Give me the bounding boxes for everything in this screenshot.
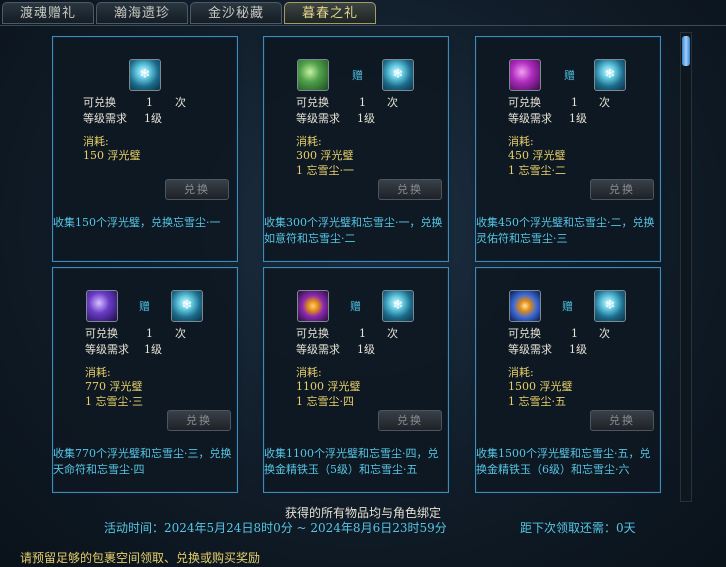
times-unit: 次 bbox=[599, 327, 610, 340]
snow-crystal-icon[interactable]: ❄ bbox=[382, 59, 414, 91]
card-description: 收集1100个浮光璧和忘雪尘·四，兑换金精铁玉（5级）和忘雪尘·五 bbox=[264, 447, 439, 476]
cost-line-2: 1 忘雪尘·五 bbox=[508, 395, 566, 408]
cost-line-1: 150 浮光璧 bbox=[83, 149, 141, 162]
consume-label: 消耗: bbox=[296, 135, 322, 148]
tab-duhun[interactable]: 渡魂赠礼 bbox=[2, 2, 94, 24]
exchange-card-3: 赠 ❄ 可兑换 1 次 等级需求 1级 消耗: 450 浮光璧 1 忘雪尘·二 … bbox=[475, 36, 661, 262]
scrollbar-thumb[interactable] bbox=[682, 36, 690, 66]
tab-muchun[interactable]: 暮春之礼 bbox=[284, 2, 376, 24]
exchangeable-label: 可兑换 bbox=[85, 327, 118, 340]
cost-line-2: 1 忘雪尘·二 bbox=[508, 164, 566, 177]
tab-divider bbox=[0, 25, 726, 26]
gift-label: 赠 bbox=[350, 300, 361, 313]
card-description: 收集1500个浮光璧和忘雪尘·五，兑换金精铁玉（6级）和忘雪尘·六 bbox=[476, 447, 651, 476]
gift-label: 赠 bbox=[562, 300, 573, 313]
consume-label: 消耗: bbox=[85, 366, 111, 379]
exchange-button[interactable]: 兑换 bbox=[378, 410, 442, 431]
cost-line-1: 450 浮光璧 bbox=[508, 149, 566, 162]
level-req-value: 1级 bbox=[569, 112, 587, 125]
level-req-label: 等级需求 bbox=[85, 343, 129, 356]
card-description: 收集450个浮光璧和忘雪尘·二，兑换灵佑符和忘雪尘·三 bbox=[476, 216, 655, 245]
exchangeable-label: 可兑换 bbox=[83, 96, 116, 109]
times-unit: 次 bbox=[175, 96, 186, 109]
level-req-label: 等级需求 bbox=[83, 112, 127, 125]
times-unit: 次 bbox=[387, 327, 398, 340]
exchange-count: 1 bbox=[146, 327, 153, 340]
times-unit: 次 bbox=[175, 327, 186, 340]
level-req-value: 1级 bbox=[144, 343, 162, 356]
exchange-count: 1 bbox=[359, 327, 366, 340]
consume-label: 消耗: bbox=[508, 135, 534, 148]
level-req-label: 等级需求 bbox=[296, 343, 340, 356]
times-unit: 次 bbox=[387, 96, 398, 109]
magenta-talisman-icon[interactable] bbox=[509, 59, 541, 91]
gift-label: 赠 bbox=[352, 69, 363, 82]
times-unit: 次 bbox=[599, 96, 610, 109]
level-req-value: 1级 bbox=[357, 343, 375, 356]
exchange-card-6: 赠 ❄ 可兑换 1 次 等级需求 1级 消耗: 1500 浮光璧 1 忘雪尘·五… bbox=[475, 267, 661, 493]
exchange-button[interactable]: 兑换 bbox=[590, 410, 654, 431]
level-req-value: 1级 bbox=[569, 343, 587, 356]
exchange-count: 1 bbox=[571, 96, 578, 109]
cost-line-2: 1 忘雪尘·三 bbox=[85, 395, 143, 408]
scrollbar-track[interactable] bbox=[680, 32, 692, 502]
cost-line-1: 1500 浮光璧 bbox=[508, 380, 573, 393]
exchangeable-label: 可兑换 bbox=[296, 327, 329, 340]
exchange-count: 1 bbox=[146, 96, 153, 109]
cost-line-1: 300 浮光璧 bbox=[296, 149, 354, 162]
gift-label: 赠 bbox=[564, 69, 575, 82]
snow-crystal-icon[interactable]: ❄ bbox=[171, 290, 203, 322]
card-description: 收集770个浮光璧和忘雪尘·三，兑换天命符和忘雪尘·四 bbox=[53, 447, 232, 476]
level-req-label: 等级需求 bbox=[508, 343, 552, 356]
bottom-notice: 请预留足够的包裹空间领取、兑换或购买奖励 bbox=[20, 551, 261, 565]
gift-label: 赠 bbox=[139, 300, 150, 313]
exchange-count: 1 bbox=[571, 327, 578, 340]
exchangeable-label: 可兑换 bbox=[508, 96, 541, 109]
blue-jade-orb-icon[interactable] bbox=[509, 290, 541, 322]
exchange-card-1: ❄ 可兑换 1 次 等级需求 1级 消耗: 150 浮光璧 兑换 收集150个浮… bbox=[52, 36, 238, 262]
tab-jinsha[interactable]: 金沙秘藏 bbox=[190, 2, 282, 24]
exchange-button[interactable]: 兑换 bbox=[590, 179, 654, 200]
tab-bar: 渡魂赠礼 瀚海遗珍 金沙秘藏 暮春之礼 bbox=[2, 2, 376, 26]
snow-crystal-icon[interactable]: ❄ bbox=[594, 59, 626, 91]
snow-crystal-icon[interactable]: ❄ bbox=[594, 290, 626, 322]
snow-crystal-icon[interactable]: ❄ bbox=[382, 290, 414, 322]
consume-label: 消耗: bbox=[296, 366, 322, 379]
card-description: 收集150个浮光璧，兑换忘雪尘·一 bbox=[53, 216, 221, 229]
exchange-button[interactable]: 兑换 bbox=[167, 410, 231, 431]
cost-line-2: 1 忘雪尘·一 bbox=[296, 164, 354, 177]
exchange-count: 1 bbox=[359, 96, 366, 109]
tab-hanhai[interactable]: 瀚海遗珍 bbox=[96, 2, 188, 24]
next-claim-countdown: 距下次领取还需：0天 bbox=[520, 521, 636, 535]
level-req-value: 1级 bbox=[144, 112, 162, 125]
violet-talisman-icon[interactable] bbox=[86, 290, 118, 322]
activity-time: 活动时间：2024年5月24日8时0分 ~ 2024年8月6日23时59分 bbox=[104, 521, 447, 535]
level-req-label: 等级需求 bbox=[296, 112, 340, 125]
cost-line-2: 1 忘雪尘·四 bbox=[296, 395, 354, 408]
purple-jade-orb-icon[interactable] bbox=[297, 290, 329, 322]
snow-crystal-icon[interactable]: ❄ bbox=[129, 59, 161, 91]
exchange-card-5: 赠 ❄ 可兑换 1 次 等级需求 1级 消耗: 1100 浮光璧 1 忘雪尘·四… bbox=[263, 267, 449, 493]
consume-label: 消耗: bbox=[83, 135, 109, 148]
cost-line-1: 770 浮光璧 bbox=[85, 380, 143, 393]
exchange-card-2: 赠 ❄ 可兑换 1 次 等级需求 1级 消耗: 300 浮光璧 1 忘雪尘·一 … bbox=[263, 36, 449, 262]
exchange-button[interactable]: 兑换 bbox=[165, 179, 229, 200]
cost-line-1: 1100 浮光璧 bbox=[296, 380, 361, 393]
level-req-value: 1级 bbox=[357, 112, 375, 125]
exchangeable-label: 可兑换 bbox=[296, 96, 329, 109]
exchangeable-label: 可兑换 bbox=[508, 327, 541, 340]
green-talisman-icon[interactable] bbox=[297, 59, 329, 91]
level-req-label: 等级需求 bbox=[508, 112, 552, 125]
exchange-button[interactable]: 兑换 bbox=[378, 179, 442, 200]
card-description: 收集300个浮光璧和忘雪尘·一，兑换如意符和忘雪尘·二 bbox=[264, 216, 443, 245]
consume-label: 消耗: bbox=[508, 366, 534, 379]
exchange-card-4: 赠 ❄ 可兑换 1 次 等级需求 1级 消耗: 770 浮光璧 1 忘雪尘·三 … bbox=[52, 267, 238, 493]
